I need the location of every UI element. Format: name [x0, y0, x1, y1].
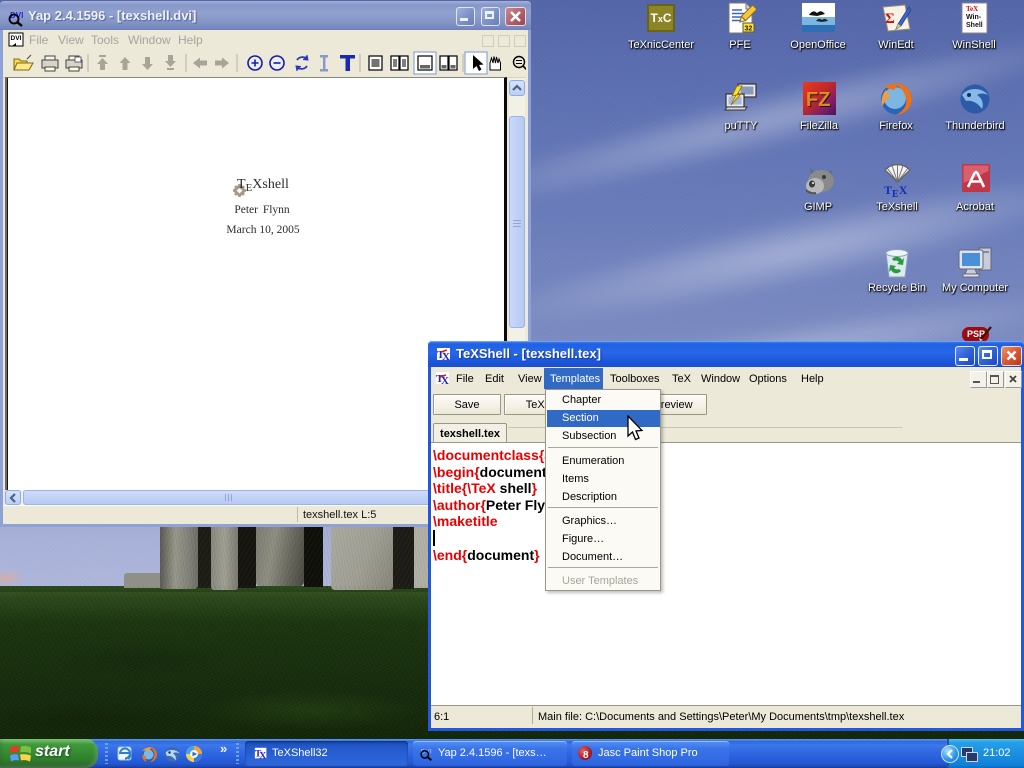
svg-text:Shell: Shell: [966, 22, 983, 29]
svg-text:X: X: [442, 351, 450, 363]
svg-text:TeX: TeX: [966, 5, 978, 13]
svg-text:Σ: Σ: [885, 11, 895, 27]
svg-text:Win-: Win-: [966, 14, 982, 21]
svg-text:FZ: FZ: [806, 89, 830, 111]
svg-text:X: X: [259, 750, 266, 761]
svg-text:32: 32: [745, 26, 753, 33]
svg-text:TEX: TEX: [884, 183, 908, 200]
